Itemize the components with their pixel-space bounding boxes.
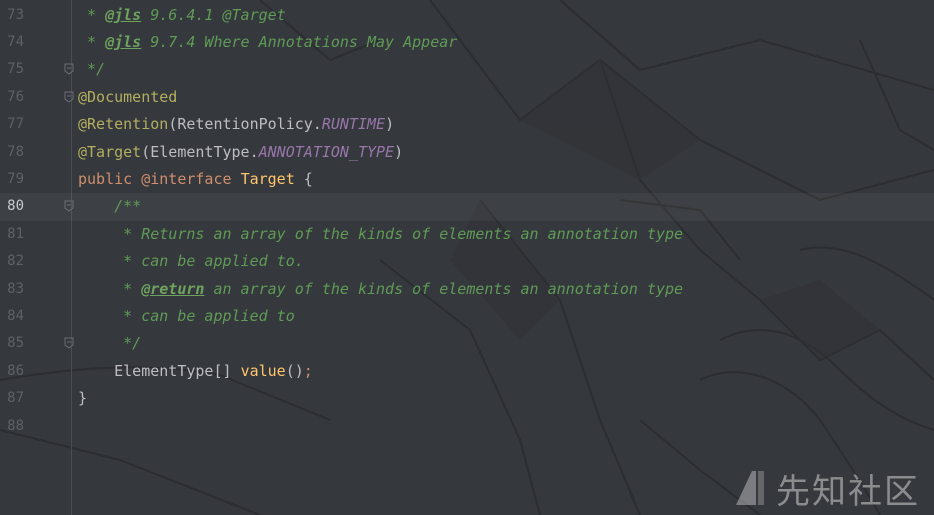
line-number[interactable]: 81 bbox=[0, 221, 24, 248]
code-line[interactable]: 88 bbox=[0, 413, 934, 440]
code-text[interactable]: /** bbox=[78, 193, 141, 220]
code-token: */ bbox=[78, 60, 106, 79]
fold-marker-icon[interactable] bbox=[64, 91, 74, 103]
code-token: 9.7.4 Where Annotations May Appear bbox=[141, 32, 458, 51]
line-number[interactable]: 83 bbox=[0, 276, 24, 303]
fold-marker-icon[interactable] bbox=[64, 337, 74, 349]
code-text[interactable]: @Retention(RetentionPolicy.RUNTIME) bbox=[78, 111, 394, 138]
code-token: an array of the kinds of elements an ann… bbox=[204, 279, 684, 298]
code-token: () bbox=[285, 361, 304, 380]
line-number[interactable]: 78 bbox=[0, 139, 24, 166]
code-token: ElementType[] bbox=[78, 361, 241, 380]
code-line[interactable]: 77 @Retention(RetentionPolicy.RUNTIME) bbox=[0, 111, 934, 138]
code-token: ) bbox=[394, 142, 404, 161]
line-number[interactable]: 84 bbox=[0, 303, 24, 330]
code-line[interactable]: 74 * @jls 9.7.4 Where Annotations May Ap… bbox=[0, 29, 934, 56]
line-number[interactable]: 79 bbox=[0, 166, 24, 193]
code-token: */ bbox=[78, 334, 142, 353]
code-token: } bbox=[78, 389, 88, 408]
code-line[interactable]: 75 */ bbox=[0, 56, 934, 83]
code-token: * can be applied to. bbox=[78, 252, 304, 271]
code-token: @Target bbox=[78, 142, 142, 161]
fold-marker-icon[interactable] bbox=[64, 200, 74, 212]
watermark: 先知社区 bbox=[732, 467, 920, 512]
line-number[interactable]: 88 bbox=[0, 413, 24, 440]
watermark-text: 先知社区 bbox=[776, 471, 920, 512]
code-line[interactable]: 81 * Returns an array of the kinds of el… bbox=[0, 221, 934, 248]
code-token: public bbox=[78, 169, 142, 188]
code-token: * Returns an array of the kinds of eleme… bbox=[78, 224, 684, 243]
code-line[interactable]: 78 @Target(ElementType.ANNOTATION_TYPE) bbox=[0, 139, 934, 166]
code-token: ) bbox=[385, 115, 395, 134]
line-number[interactable]: 77 bbox=[0, 111, 24, 138]
code-token: RUNTIME bbox=[321, 115, 386, 134]
code-text[interactable]: @Documented bbox=[78, 84, 177, 111]
line-number[interactable]: 85 bbox=[0, 330, 24, 357]
code-line[interactable]: 83 * @return an array of the kinds of el… bbox=[0, 276, 934, 303]
code-token: * bbox=[78, 279, 142, 298]
code-line[interactable]: 85 */ bbox=[0, 330, 934, 357]
code-line[interactable]: 80 /** bbox=[0, 193, 934, 221]
code-token: (ElementType. bbox=[141, 142, 259, 161]
code-token: ; bbox=[303, 361, 313, 380]
fold-marker-icon[interactable] bbox=[64, 63, 74, 75]
line-number[interactable]: 76 bbox=[0, 84, 24, 111]
code-line[interactable]: 87} bbox=[0, 385, 934, 412]
code-text[interactable]: * @jls 9.7.4 Where Annotations May Appea… bbox=[78, 29, 457, 56]
code-text[interactable]: ElementType[] value(); bbox=[78, 358, 313, 385]
line-number[interactable]: 87 bbox=[0, 385, 24, 412]
code-text[interactable]: * Returns an array of the kinds of eleme… bbox=[78, 221, 683, 248]
code-line[interactable]: 76 @Documented bbox=[0, 84, 934, 111]
code-token: @Documented bbox=[78, 87, 178, 106]
code-text[interactable]: * @return an array of the kinds of eleme… bbox=[78, 276, 683, 303]
line-number[interactable]: 80 bbox=[0, 193, 24, 220]
code-token: * bbox=[78, 32, 106, 51]
code-line[interactable]: 84 * can be applied to bbox=[0, 303, 934, 330]
code-token: (RetentionPolicy. bbox=[168, 115, 322, 134]
code-line[interactable]: 79 public @interface Target { bbox=[0, 166, 934, 193]
xianzhi-logo-icon bbox=[736, 471, 764, 505]
code-token: { bbox=[303, 169, 313, 188]
code-token: * can be applied to bbox=[78, 306, 295, 325]
code-token: /** bbox=[78, 197, 142, 216]
code-text[interactable]: } bbox=[78, 385, 87, 412]
code-token: @return bbox=[141, 279, 205, 298]
code-token: @jls bbox=[105, 32, 142, 51]
code-line[interactable]: 82 * can be applied to. bbox=[0, 248, 934, 275]
code-token: @jls bbox=[105, 5, 142, 24]
code-token: 9.6.4.1 @Target bbox=[141, 5, 286, 24]
code-text[interactable]: */ bbox=[78, 330, 141, 357]
line-number[interactable]: 86 bbox=[0, 358, 24, 385]
line-number[interactable]: 75 bbox=[0, 56, 24, 83]
code-token: Target bbox=[240, 169, 304, 188]
code-editor[interactable]: 73 * @jls 9.6.4.1 @Target 74 * @jls 9.7.4… bbox=[0, 0, 934, 515]
code-token: @Retention bbox=[78, 115, 169, 134]
code-token: * bbox=[78, 5, 106, 24]
code-text[interactable]: public @interface Target { bbox=[78, 166, 313, 193]
code-line[interactable]: 86 ElementType[] value(); bbox=[0, 358, 934, 385]
code-text[interactable]: * @jls 9.6.4.1 @Target bbox=[78, 2, 286, 29]
line-number[interactable]: 73 bbox=[0, 2, 24, 29]
code-line[interactable]: 73 * @jls 9.6.4.1 @Target bbox=[0, 2, 934, 29]
code-token: value bbox=[240, 361, 286, 380]
code-token: ANNOTATION_TYPE bbox=[258, 142, 395, 161]
code-text[interactable]: * can be applied to bbox=[78, 303, 295, 330]
code-text[interactable]: */ bbox=[78, 56, 105, 83]
code-token: @interface bbox=[141, 169, 241, 188]
code-text[interactable]: @Target(ElementType.ANNOTATION_TYPE) bbox=[78, 139, 403, 166]
line-number[interactable]: 74 bbox=[0, 29, 24, 56]
code-text[interactable]: * can be applied to. bbox=[78, 248, 304, 275]
line-number[interactable]: 82 bbox=[0, 248, 24, 275]
